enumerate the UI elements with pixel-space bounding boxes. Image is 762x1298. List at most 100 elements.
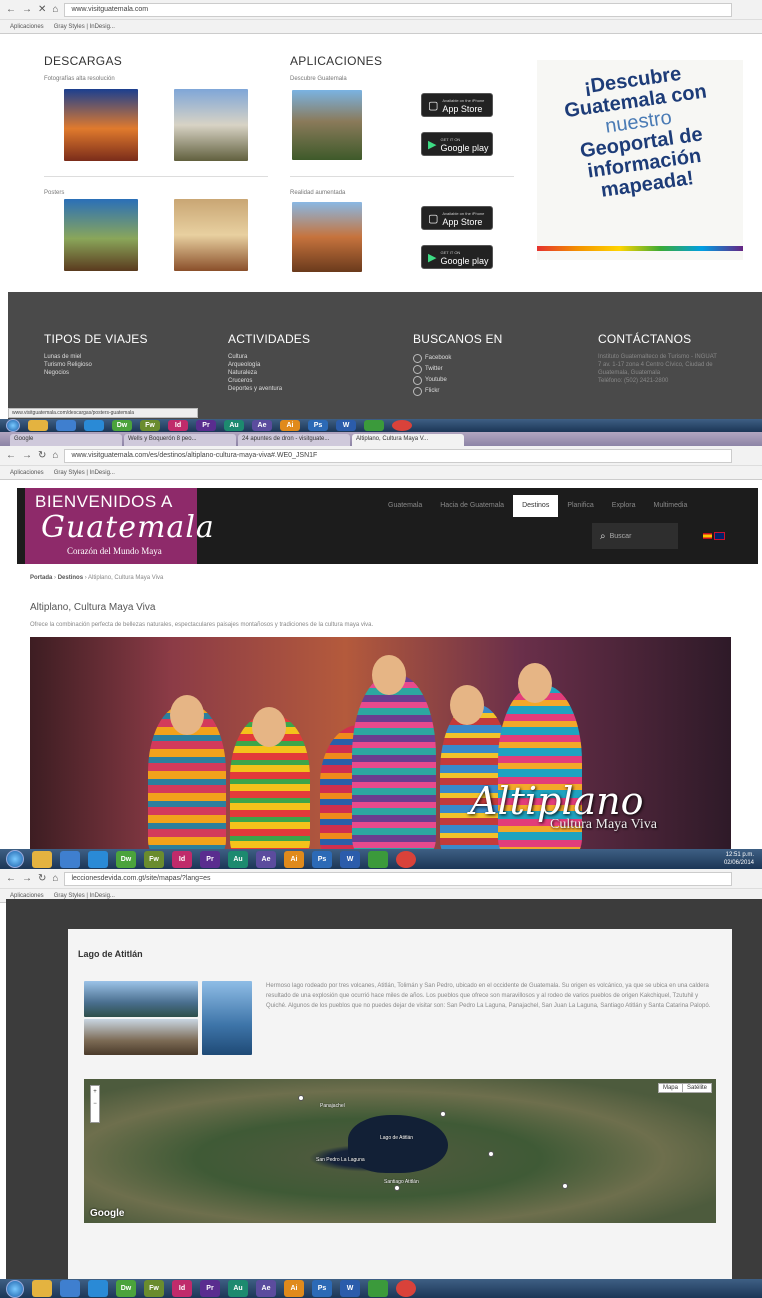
search-input[interactable]: ⌕ Buscar [592, 523, 678, 549]
browser-tab[interactable]: 24 apuntes de dron - visitguate... [238, 434, 350, 446]
premiere-icon[interactable]: Pr [196, 420, 216, 431]
map-marker[interactable] [562, 1183, 568, 1189]
home-icon[interactable]: ⌂ [52, 450, 58, 461]
breadcrumb-home[interactable]: Portada [30, 575, 52, 581]
photoshop-icon[interactable]: Ps [308, 420, 328, 431]
footer-link[interactable]: Naturaleza [228, 369, 310, 377]
footer-link[interactable]: Deportes y aventura [228, 385, 310, 393]
chrome-icon[interactable] [396, 850, 416, 868]
map-marker[interactable] [394, 1185, 400, 1191]
bookmark-apps[interactable]: Aplicaciones [10, 24, 44, 30]
address-bar[interactable]: www.visitguatemala.com/es/destinos/altip… [64, 448, 732, 463]
bookmark-apps[interactable]: Aplicaciones [10, 470, 44, 476]
reload-icon[interactable]: ↻ [38, 450, 46, 461]
footer-link[interactable]: Arqueología [228, 361, 310, 369]
photo-thumb-church[interactable] [174, 89, 248, 161]
excel-icon[interactable] [364, 420, 384, 431]
footer-link[interactable]: Cultura [228, 353, 310, 361]
app-thumb-temple[interactable] [292, 90, 362, 160]
ie-icon[interactable] [88, 1280, 108, 1297]
menu-item-multimedia[interactable]: Multimedia [645, 495, 697, 517]
fireworks-icon[interactable]: Fw [144, 850, 164, 868]
browser-tab[interactable]: Google [10, 434, 122, 446]
home-icon[interactable]: ⌂ [52, 873, 58, 884]
system-tray-clock[interactable]: 12:51 p.m. 02/06/2014 [724, 851, 754, 867]
photoshop-icon[interactable]: Ps [312, 850, 332, 868]
forward-icon[interactable]: → [22, 873, 32, 884]
bookmark-gray-styles[interactable]: Gray Styles | InDesig... [54, 24, 115, 30]
map-satellite-view[interactable]: + − Mapa Satélite Panajachel Lago de Atit… [84, 1079, 716, 1223]
excel-icon[interactable] [368, 850, 388, 868]
footer-link[interactable]: Cruceros [228, 377, 310, 385]
audition-icon[interactable]: Au [228, 1280, 248, 1297]
menu-item-guatemala[interactable]: Guatemala [379, 495, 431, 517]
address-bar[interactable]: www.visitguatemala.com [64, 2, 732, 17]
address-bar[interactable]: leccionesdevida.com.gt/site/mapas/?lang=… [64, 871, 732, 886]
back-icon[interactable]: ← [6, 873, 16, 884]
appstore-button[interactable]: ▢ Available on the iPhone App Store [421, 93, 493, 117]
start-button[interactable] [6, 850, 24, 868]
ie-icon[interactable] [88, 850, 108, 868]
illustrator-icon[interactable]: Ai [284, 850, 304, 868]
word-icon[interactable]: W [336, 420, 356, 431]
home-icon[interactable]: ⌂ [52, 4, 58, 15]
illustrator-icon[interactable]: Ai [280, 420, 300, 431]
flag-es-icon[interactable] [703, 533, 712, 539]
reload-icon[interactable]: ↻ [38, 873, 46, 884]
footer-link[interactable]: Lunas de miel [44, 353, 148, 361]
googleplay-button[interactable]: ▶ GET IT ON Google play [421, 132, 493, 156]
footer-link[interactable]: Turismo Religioso [44, 361, 148, 369]
back-icon[interactable]: ← [6, 450, 16, 461]
indesign-icon[interactable]: Id [172, 850, 192, 868]
twitter-link[interactable]: Twitter [413, 364, 503, 375]
menu-item-explora[interactable]: Explora [603, 495, 645, 517]
dock-photo[interactable] [84, 1019, 198, 1055]
menu-item-destinos[interactable]: Destinos [513, 495, 559, 517]
menu-item-planifica[interactable]: Planifica [558, 495, 602, 517]
forward-icon[interactable]: → [22, 4, 32, 15]
bookmark-gray-styles[interactable]: Gray Styles | InDesig... [54, 470, 115, 476]
footer-link[interactable]: Negocios [44, 369, 148, 377]
dreamweaver-icon[interactable]: Dw [116, 850, 136, 868]
word-icon[interactable]: W [340, 850, 360, 868]
word-icon[interactable]: W [340, 1280, 360, 1297]
dreamweaver-icon[interactable]: Dw [112, 420, 132, 431]
start-button[interactable] [6, 1279, 24, 1298]
forward-icon[interactable]: → [22, 450, 32, 461]
media-icon[interactable] [60, 1280, 80, 1297]
site-logo[interactable]: BIENVENIDOS A Guatemala Corazón del Mund… [25, 488, 214, 564]
ie-icon[interactable] [84, 420, 104, 431]
app-thumb-pyramid[interactable] [292, 202, 362, 272]
chrome-icon[interactable] [392, 420, 412, 431]
map-zoom-control[interactable]: + − [90, 1085, 100, 1123]
map-type-map[interactable]: Mapa [659, 1084, 682, 1092]
geoportal-promo-banner[interactable]: ¡Descubre Guatemala con nuestro Geoporta… [537, 60, 743, 260]
excel-icon[interactable] [368, 1280, 388, 1297]
bookmark-gray-styles[interactable]: Gray Styles | InDesig... [54, 893, 115, 899]
fireworks-icon[interactable]: Fw [144, 1280, 164, 1297]
photoshop-icon[interactable]: Ps [312, 1280, 332, 1297]
poster-thumb-tikal[interactable] [64, 199, 138, 271]
photo-thumb-arch[interactable] [64, 89, 138, 161]
start-button[interactable] [6, 419, 20, 432]
media-icon[interactable] [56, 420, 76, 431]
googleplay-button-2[interactable]: ▶ GET IT ON Google play [421, 245, 493, 269]
back-icon[interactable]: ← [6, 4, 16, 15]
fireworks-icon[interactable]: Fw [140, 420, 160, 431]
stop-icon[interactable]: ✕ [38, 4, 46, 15]
audition-icon[interactable]: Au [224, 420, 244, 431]
map-marker[interactable] [440, 1111, 446, 1117]
menu-item-hacia[interactable]: Hacia de Guatemala [431, 495, 513, 517]
audition-icon[interactable]: Au [228, 850, 248, 868]
bookmark-apps[interactable]: Aplicaciones [10, 893, 44, 899]
indesign-icon[interactable]: Id [168, 420, 188, 431]
premiere-icon[interactable]: Pr [200, 1280, 220, 1297]
browser-tab[interactable]: Wells y Boquerón 8 peo... [124, 434, 236, 446]
indesign-icon[interactable]: Id [172, 1280, 192, 1297]
explorer-icon[interactable] [28, 420, 48, 431]
premiere-icon[interactable]: Pr [200, 850, 220, 868]
aftereffects-icon[interactable]: Ae [252, 420, 272, 431]
chrome-icon[interactable] [396, 1280, 416, 1297]
aftereffects-icon[interactable]: Ae [256, 850, 276, 868]
explorer-icon[interactable] [32, 850, 52, 868]
